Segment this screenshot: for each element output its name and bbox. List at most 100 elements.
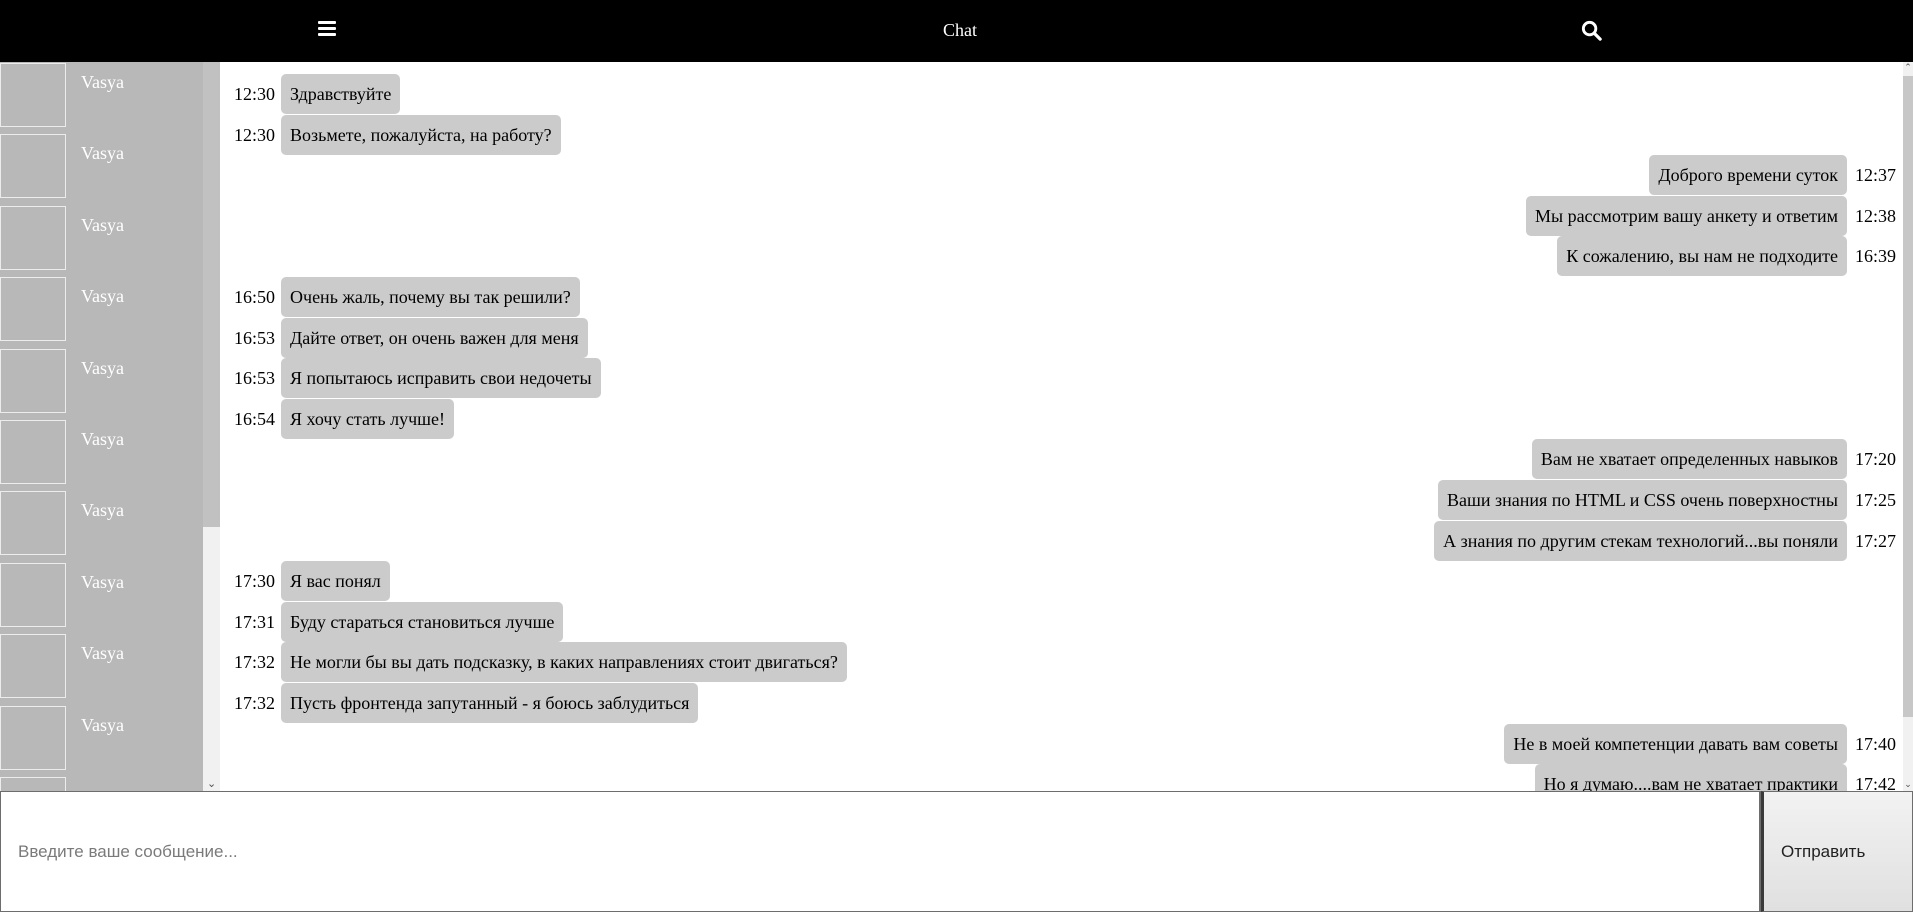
- message-bubble: Не могли бы вы дать подсказку, в каких н…: [281, 642, 847, 682]
- contact-list-item[interactable]: Vasya: [0, 205, 203, 276]
- message-timestamp: 16:53: [234, 367, 276, 388]
- scroll-down-arrow-icon[interactable]: ⌄: [1903, 779, 1913, 791]
- message-timestamp: 17:32: [234, 692, 276, 713]
- message-bubble: К сожалению, вы нам не подходите: [1557, 236, 1847, 276]
- avatar: [0, 634, 66, 698]
- contact-name: Vasya: [81, 358, 124, 378]
- avatar: [0, 206, 66, 270]
- message-bubble: Ваши знания по HTML и CSS очень поверхно…: [1438, 480, 1847, 520]
- message-timestamp: 17:20: [1854, 448, 1896, 469]
- contact-name: Vasya: [81, 143, 124, 163]
- message-row-outgoing: К сожалению, вы нам не подходите 16:39: [1557, 236, 1896, 276]
- message-timestamp: 17:42: [1854, 773, 1896, 792]
- contact-list-item[interactable]: Vasya: [0, 705, 203, 776]
- message-row-incoming: 17:31 Буду стараться становиться лучше: [234, 602, 564, 642]
- message-composer: Отправить: [0, 791, 1913, 912]
- avatar: [0, 706, 66, 770]
- contact-name: Vasya: [81, 215, 124, 235]
- avatar: [0, 63, 66, 127]
- sidebar-scrollbar[interactable]: ⌄: [203, 62, 220, 791]
- avatar: [0, 777, 66, 791]
- contact-list-item[interactable]: Vasya: [0, 133, 203, 204]
- contacts-sidebar: Vasya Vasya Vasya Vasya Vasya Vasya Vasya Vasya…: [0, 62, 203, 791]
- contact-name: Vasya: [81, 715, 124, 735]
- search-icon[interactable]: [1580, 19, 1603, 42]
- message-timestamp: 17:25: [1854, 489, 1896, 510]
- avatar: [0, 491, 66, 555]
- message-bubble: Не в моей компетенции давать вам советы: [1504, 724, 1847, 764]
- contact-name: Vasya: [81, 643, 124, 663]
- avatar: [0, 349, 66, 413]
- contact-name: Vasya: [81, 72, 124, 92]
- chat-scroll-thumb[interactable]: [1903, 76, 1913, 717]
- message-row-incoming: 17:32 Пусть фронтенда запутанный - я боюс…: [234, 683, 699, 723]
- message-row-incoming: 12:30 Возьмете, пожалуйста, на работу?: [234, 115, 561, 155]
- message-bubble: Очень жаль, почему вы так решили?: [281, 277, 580, 317]
- contact-list-item[interactable]: Vasya: [0, 62, 203, 133]
- contact-list-item[interactable]: Vasya: [0, 562, 203, 633]
- message-bubble: Возьмете, пожалуйста, на работу?: [281, 115, 561, 155]
- message-timestamp: 16:53: [234, 327, 276, 348]
- message-row-incoming: 16:54 Я хочу стать лучше!: [234, 399, 454, 439]
- message-row-outgoing: Но я думаю....вам не хватает практики 17:…: [1534, 764, 1896, 792]
- message-row-incoming: 17:30 Я вас понял: [234, 561, 390, 601]
- message-bubble: Вам не хватает определенных навыков: [1531, 439, 1847, 479]
- avatar: [0, 134, 66, 198]
- contact-list-item[interactable]: Vasya: [0, 419, 203, 490]
- message-timestamp: 17:27: [1854, 530, 1896, 551]
- message-input[interactable]: [0, 791, 1761, 912]
- message-bubble: Я хочу стать лучше!: [281, 399, 454, 439]
- message-row-incoming: 12:30 Здравствуйте: [234, 74, 401, 114]
- message-bubble: Пусть фронтенда запутанный - я боюсь заб…: [281, 683, 699, 723]
- message-row-incoming: 16:53 Я попытаюсь исправить свои недочеты: [234, 358, 601, 398]
- message-row-incoming: 17:32 Не могли бы вы дать подсказку, в ка…: [234, 642, 847, 682]
- page-title: Chat: [943, 20, 977, 40]
- message-timestamp: 12:30: [234, 124, 276, 145]
- message-bubble: Но я думаю....вам не хватает практики: [1534, 764, 1847, 791]
- message-row-outgoing: Доброго времени суток 12:37: [1649, 155, 1896, 195]
- contact-list-item[interactable]: [0, 776, 203, 791]
- message-timestamp: 17:32: [234, 651, 276, 672]
- message-timestamp: 12:38: [1854, 205, 1896, 226]
- message-bubble: Я вас понял: [281, 561, 390, 601]
- contact-name: Vasya: [81, 500, 124, 520]
- message-timestamp: 17:40: [1854, 733, 1896, 754]
- contact-name: Vasya: [81, 286, 124, 306]
- avatar: [0, 420, 66, 484]
- message-bubble: Буду стараться становиться лучше: [281, 602, 564, 642]
- message-bubble: Дайте ответ, он очень важен для меня: [281, 318, 588, 358]
- avatar: [0, 277, 66, 341]
- message-timestamp: 16:50: [234, 286, 276, 307]
- app-header: Chat: [0, 0, 1913, 62]
- contact-list-item[interactable]: Vasya: [0, 490, 203, 561]
- scroll-up-arrow-icon[interactable]: ⌃: [1903, 62, 1913, 74]
- message-timestamp: 16:39: [1854, 245, 1896, 266]
- contact-list-item[interactable]: Vasya: [0, 633, 203, 704]
- chat-scrollbar[interactable]: ⌃ ⌄: [1903, 62, 1913, 791]
- message-timestamp: 16:54: [234, 408, 276, 429]
- message-row-outgoing: Не в моей компетенции давать вам советы 1…: [1504, 724, 1896, 764]
- message-timestamp: 12:37: [1854, 164, 1896, 185]
- message-row-incoming: 16:53 Дайте ответ, он очень важен для мен…: [234, 318, 588, 358]
- message-row-outgoing: Ваши знания по HTML и CSS очень поверхно…: [1438, 480, 1896, 520]
- sidebar-scroll-thumb[interactable]: [203, 62, 220, 527]
- contact-list-item[interactable]: Vasya: [0, 276, 203, 347]
- scroll-down-arrow-icon[interactable]: ⌄: [207, 778, 216, 789]
- message-row-outgoing: Вам не хватает определенных навыков 17:20: [1531, 439, 1896, 479]
- contact-name: Vasya: [81, 572, 124, 592]
- avatar: [0, 563, 66, 627]
- send-button[interactable]: Отправить: [1761, 791, 1913, 912]
- message-timestamp: 17:31: [234, 611, 276, 632]
- message-bubble: Доброго времени суток: [1649, 155, 1847, 195]
- contact-list-item[interactable]: Vasya: [0, 348, 203, 419]
- message-timestamp: 12:30: [234, 83, 276, 104]
- contact-name: Vasya: [81, 429, 124, 449]
- message-bubble: А знания по другим стекам технологий...в…: [1434, 521, 1847, 561]
- message-bubble: Мы рассмотрим вашу анкету и ответим: [1525, 196, 1847, 236]
- message-timestamp: 17:30: [234, 570, 276, 591]
- message-bubble: Здравствуйте: [281, 74, 401, 114]
- chat-messages-area: 12:30 Здравствуйте 12:30 Возьмете, пожалуйс…: [220, 62, 1903, 791]
- message-row-incoming: 16:50 Очень жаль, почему вы так решили?: [234, 277, 580, 317]
- message-bubble: Я попытаюсь исправить свои недочеты: [281, 358, 601, 398]
- message-row-outgoing: Мы рассмотрим вашу анкету и ответим 12:38: [1525, 196, 1896, 236]
